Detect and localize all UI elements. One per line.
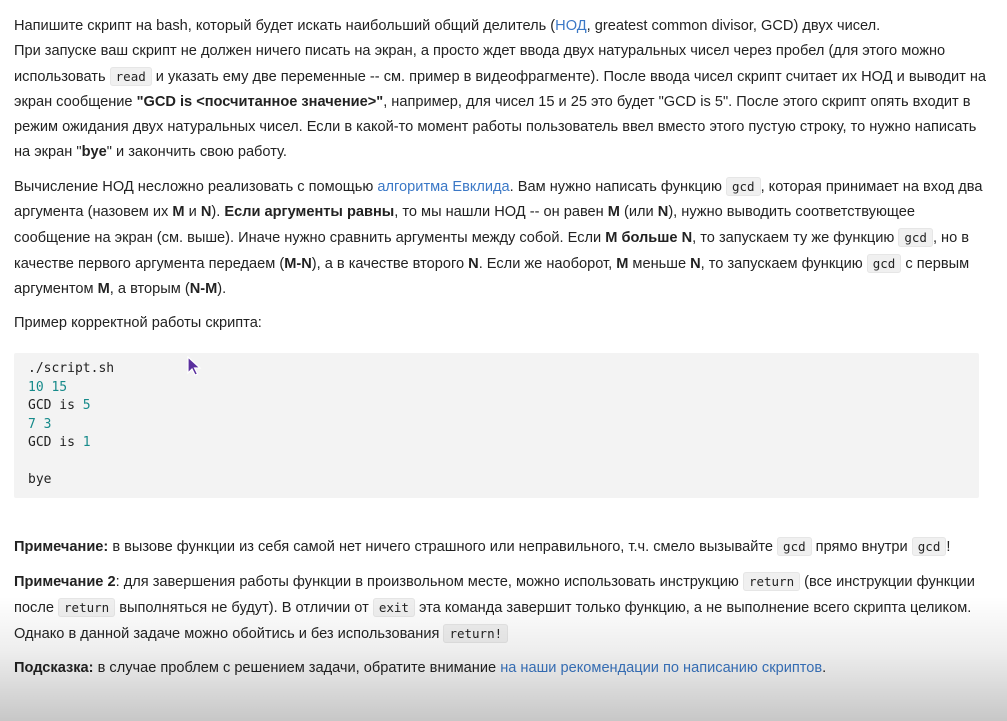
code-text: GCD is [28, 435, 83, 450]
example-heading: Пример корректной работы скрипта: [14, 315, 262, 331]
code-return: return! [443, 623, 509, 643]
code-line: ./script.sh [28, 360, 965, 379]
code-line: GCD is 1 [28, 434, 965, 453]
bold-text: M [607, 204, 620, 220]
algorithm-paragraph: Вычисление НОД несложно реализовать с по… [14, 174, 994, 302]
text: . Вам нужно написать функцию [509, 179, 726, 195]
mouse-pointer-icon [187, 356, 202, 376]
bold-text: N [657, 204, 669, 220]
example-code-block: ./script.sh 10 15 GCD is 5 7 3 GCD is 1 … [14, 353, 979, 498]
text: , то мы нашли НОД -- он равен [394, 204, 608, 220]
code-number: 7 [28, 416, 36, 432]
code-number: 10 [28, 379, 44, 395]
code-gcd: gcd [898, 228, 933, 247]
hint-paragraph: Подсказка: в случае проблем с решением з… [14, 656, 994, 681]
text: выполняться не будут). В отличии от [115, 599, 373, 616]
text: . Если же наоборот, [478, 256, 617, 272]
bold-text: M [97, 281, 110, 297]
code-return: return [742, 571, 801, 591]
text: , то запускаем функцию [700, 256, 867, 272]
bold-text: M [172, 204, 185, 220]
code-text: bye [28, 472, 52, 487]
text: , а вторым ( [109, 281, 190, 297]
code-text: GCD is [28, 398, 83, 413]
step-text: Напишите скрипт на bash, который будет и… [14, 14, 994, 681]
text: в случае проблем с решением задачи, обра… [93, 659, 501, 676]
text: меньше [628, 256, 691, 272]
bold-text: N [468, 256, 479, 272]
text: , то запускаем ту же функцию [692, 230, 899, 246]
bold-text: M-N [284, 256, 312, 272]
text: ). [217, 281, 227, 297]
bold-text: N [690, 256, 701, 272]
link-nod[interactable]: НОД [555, 18, 586, 34]
code-line: bye [28, 471, 965, 490]
text: (или [619, 204, 658, 220]
bold-text: N-M [189, 281, 218, 297]
text: Вычисление НОД несложно реализовать с по… [14, 179, 378, 195]
code-read: read [109, 67, 152, 86]
bold-text: Если аргументы равны [224, 204, 395, 220]
code-number: 1 [82, 435, 91, 450]
code-line: 10 15 [28, 379, 965, 398]
bold-text: bye [81, 144, 107, 160]
code-gcd: gcd [911, 536, 947, 556]
note-label: Примечание: [14, 538, 109, 555]
code-line: 7 3 [28, 416, 965, 435]
text: : для завершения работы функции в произв… [115, 573, 743, 590]
hint-label: Подсказка: [14, 659, 94, 676]
bold-text: "GCD is <посчитанное значение>" [136, 94, 384, 110]
text: прямо внутри [811, 538, 912, 555]
code-number: 5 [82, 398, 91, 413]
code-number: 3 [43, 416, 52, 432]
note-label: Примечание 2 [14, 573, 116, 590]
text: . [822, 659, 827, 676]
text: Напишите скрипт на bash, который будет и… [14, 18, 556, 34]
note-2-paragraph: Примечание 2: для завершения работы функ… [14, 569, 994, 647]
code-gcd: gcd [726, 177, 761, 196]
bold-text: M [616, 256, 629, 272]
text: ! [946, 538, 951, 555]
note-1-paragraph: Примечание: в вызове функции из себя сам… [14, 534, 994, 560]
code-exit: exit [372, 597, 415, 617]
text: и [184, 204, 201, 220]
text: ), а в качестве второго [311, 256, 469, 272]
code-number: 15 [51, 379, 68, 395]
task-description-paragraph: Напишите скрипт на bash, который будет и… [14, 14, 994, 165]
code-gcd: gcd [777, 536, 812, 556]
text: " и закончить свою работу. [106, 144, 287, 160]
code-gcd: gcd [866, 254, 902, 273]
bold-text: N [200, 204, 212, 220]
link-euclid-algorithm[interactable]: алгоритма Евклида [377, 179, 509, 195]
code-return: return [58, 597, 116, 617]
text: в вызове функции из себя самой нет ничег… [108, 538, 778, 555]
text: , greatest common divisor, GCD) двух чис… [586, 18, 881, 34]
bold-text: M больше N [605, 230, 693, 246]
link-script-recommendations[interactable]: на наши рекомендации по написанию скрипт… [500, 660, 822, 676]
code-line: GCD is 5 [28, 397, 965, 416]
code-text: ./script.sh [28, 361, 115, 376]
text: ). [211, 204, 225, 220]
